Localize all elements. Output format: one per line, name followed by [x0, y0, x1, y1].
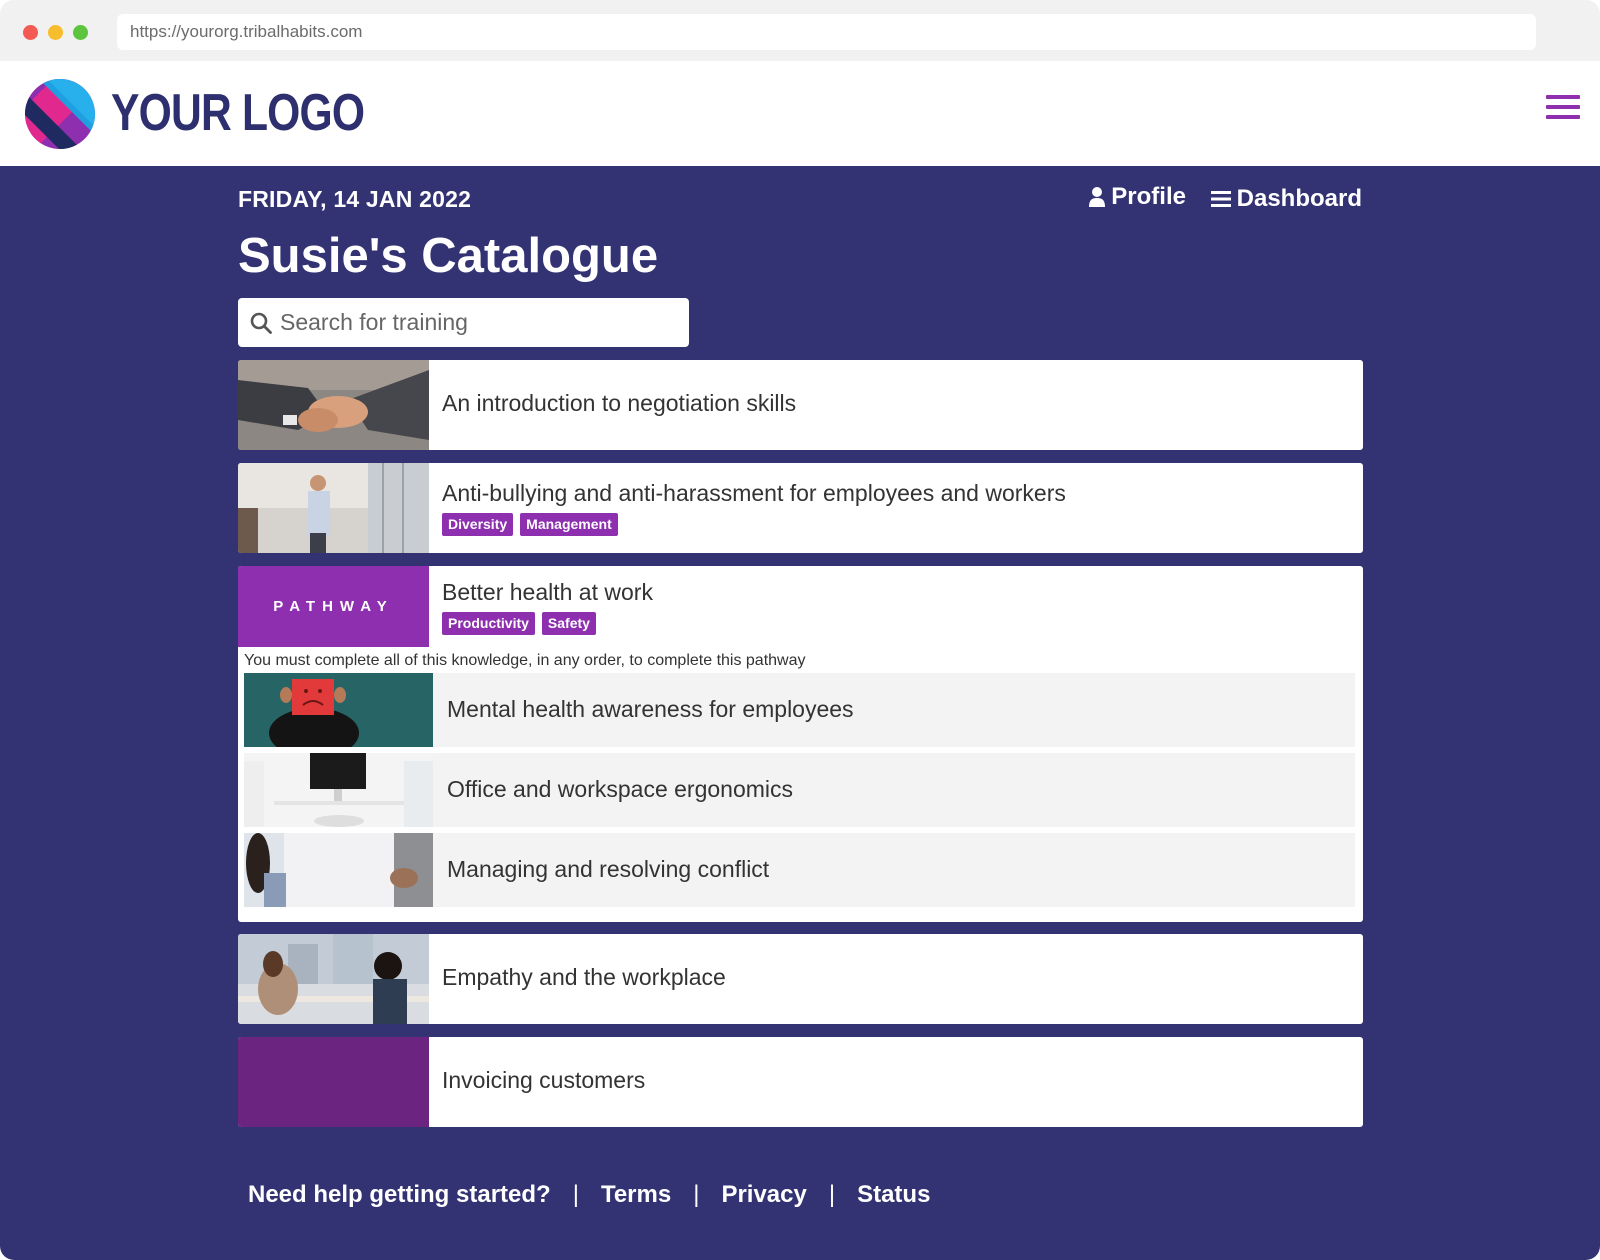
- course-thumbnail-meeting: [238, 934, 429, 1024]
- hamburger-menu-button[interactable]: [1546, 95, 1580, 125]
- course-card[interactable]: Anti-bullying and anti-harassment for em…: [238, 463, 1363, 553]
- minimize-window-button[interactable]: [48, 25, 63, 40]
- profile-label: Profile: [1111, 183, 1186, 210]
- pathway-course-item[interactable]: Mental health awareness for employees: [244, 673, 1355, 747]
- close-window-button[interactable]: [23, 25, 38, 40]
- pathway-title[interactable]: Better health at work: [442, 579, 653, 606]
- tag-badge[interactable]: Productivity: [442, 612, 535, 635]
- pathway-tags: Productivity Safety: [442, 612, 596, 635]
- page-title: Susie's Catalogue: [238, 229, 659, 283]
- site-header: YOUR LOGO: [0, 61, 1600, 166]
- tag-badge[interactable]: Diversity: [442, 513, 514, 536]
- course-card[interactable]: An introduction to negotiation skills: [238, 360, 1363, 450]
- course-title: Anti-bullying and anti-harassment for em…: [442, 480, 1066, 506]
- pathway-course-title: Managing and resolving conflict: [447, 856, 770, 882]
- pathway-course-item[interactable]: Managing and resolving conflict: [244, 833, 1355, 907]
- browser-chrome: https://yourorg.tribalhabits.com: [0, 0, 1600, 61]
- terms-link[interactable]: Terms: [601, 1181, 671, 1209]
- pathway-course-title: Office and workspace ergonomics: [447, 776, 794, 802]
- current-date: FRIDAY, 14 JAN 2022: [238, 186, 472, 212]
- pathway-course-title: Mental health awareness for employees: [447, 696, 854, 722]
- maximize-window-button[interactable]: [73, 25, 88, 40]
- course-thumbnail-conflict: [244, 833, 433, 907]
- footer-separator: |: [828, 1181, 836, 1208]
- course-title: Invoicing customers: [442, 1067, 646, 1093]
- top-nav: Profile Dashboard: [1071, 183, 1362, 215]
- course-title: Empathy and the workplace: [442, 964, 726, 990]
- course-thumbnail-placeholder: [238, 1037, 429, 1127]
- profile-link[interactable]: Profile: [1089, 183, 1186, 211]
- pathway-course-item[interactable]: Office and workspace ergonomics: [244, 753, 1355, 827]
- list-icon: [1210, 191, 1231, 207]
- status-link[interactable]: Status: [857, 1181, 930, 1209]
- dashboard-link[interactable]: Dashboard: [1210, 185, 1362, 213]
- main-content: FRIDAY, 14 JAN 2022 Profile Dashboard Su…: [0, 166, 1600, 1260]
- hamburger-icon: [1546, 95, 1580, 99]
- pathway-note: You must complete all of this knowledge,…: [244, 652, 806, 669]
- course-thumbnail-handshake: [238, 360, 429, 450]
- help-link[interactable]: Need help getting started?: [248, 1181, 551, 1209]
- pathway-label: PATHWAY: [238, 566, 429, 647]
- course-thumbnail-desk: [244, 753, 433, 827]
- pathway-card: PATHWAY Better health at work Productivi…: [238, 566, 1363, 922]
- browser-window: https://yourorg.tribalhabits.com YOUR LO…: [0, 0, 1600, 1260]
- course-card[interactable]: Invoicing customers: [238, 1037, 1363, 1127]
- search-box: [238, 298, 689, 347]
- dashboard-label: Dashboard: [1236, 185, 1362, 212]
- logo-text: YOUR LOGO: [111, 84, 365, 142]
- course-thumbnail-office-argument: [238, 463, 429, 553]
- search-input[interactable]: [280, 309, 660, 336]
- privacy-link[interactable]: Privacy: [721, 1181, 806, 1209]
- footer-separator: |: [693, 1181, 700, 1208]
- tag-badge[interactable]: Management: [520, 513, 618, 536]
- footer-links: Need help getting started? | Terms | Pri…: [248, 1181, 930, 1209]
- course-tags: Diversity Management: [442, 513, 618, 536]
- footer-separator: |: [572, 1181, 579, 1208]
- address-bar[interactable]: https://yourorg.tribalhabits.com: [117, 14, 1536, 50]
- course-card[interactable]: Empathy and the workplace: [238, 934, 1363, 1024]
- course-title: An introduction to negotiation skills: [442, 390, 797, 416]
- course-thumbnail-sad-face: [244, 673, 433, 747]
- user-icon: [1089, 187, 1106, 207]
- search-icon: [250, 312, 272, 334]
- logo-icon: [25, 79, 95, 149]
- tag-badge[interactable]: Safety: [541, 612, 596, 635]
